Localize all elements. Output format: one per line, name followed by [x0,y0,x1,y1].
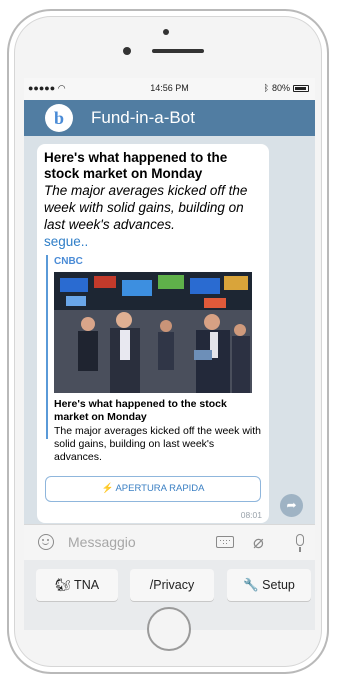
keyboard-button-privacy[interactable]: /Privacy [130,569,214,601]
link-preview-image[interactable] [54,272,252,393]
chat-header[interactable]: b Fund-in-a-Bot [24,100,315,136]
share-icon[interactable]: ➦ [280,494,303,517]
message-bubble: Here's what happened to the stock market… [37,144,269,523]
earpiece-speaker [152,49,204,53]
quick-open-button[interactable]: ⚡ APERTURA RAPIDA [45,476,261,502]
status-right: ᛒ 80% [264,83,309,93]
message-description: The major averages kicked off the week w… [44,183,248,232]
link-preview-title[interactable]: Here's what happened to the stock market… [54,398,264,424]
keyboard-button-setup[interactable]: 🔧 Setup [227,569,311,601]
status-bar: ●●●●● ◠ 14:56 PM ᛒ 80% [24,78,315,100]
bot-name[interactable]: Fund-in-a-Bot [91,108,195,128]
message-input[interactable]: Messaggio [68,534,136,550]
message-input-bar: Messaggio ⌀ [24,524,315,560]
attach-icon[interactable]: ⌀ [253,532,264,553]
screen: ●●●●● ◠ 14:56 PM ᛒ 80% b Fund-in-a-Bot H… [24,78,315,560]
message-time: 08:01 [240,510,262,520]
link-preview-source[interactable]: CNBC [54,256,83,267]
microphone-icon[interactable] [296,534,304,552]
trading-floor-photo [54,272,252,393]
front-camera [123,47,131,55]
keyboard-icon[interactable] [216,536,234,548]
link-preview-bar [46,255,48,439]
home-button[interactable] [147,607,191,651]
battery-icon [293,84,309,92]
emoji-icon[interactable] [38,534,54,550]
bot-avatar[interactable]: b [45,104,73,132]
battery-percent: 80% [271,83,290,93]
message-title: Here's what happened to the stock market… [44,150,228,181]
bluetooth-icon: ᛒ [263,83,269,93]
read-more-link[interactable]: segue.. [44,234,88,249]
keyboard-button-tna[interactable]: 🐿 TNA [36,569,118,601]
link-preview-description: The major averages kicked off the week w… [54,425,261,463]
front-sensor [163,29,169,35]
chat-area[interactable]: Here's what happened to the stock market… [24,136,315,524]
